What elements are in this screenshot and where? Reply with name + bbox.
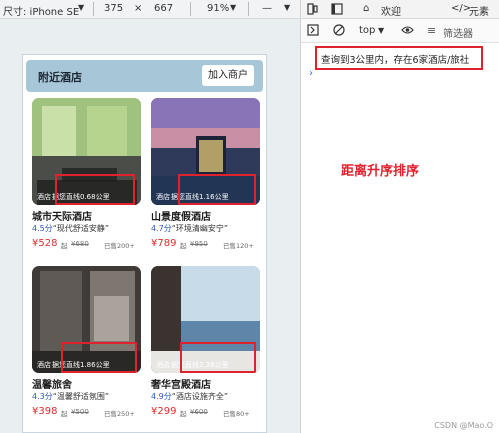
hotel-name: 温馨旅舍 — [32, 380, 72, 391]
device-size-select[interactable]: 尺寸: iPhone SE — [3, 3, 79, 18]
hotel-photo: 酒店 据您直线0.68公里 — [32, 98, 141, 205]
eye-icon[interactable] — [401, 24, 414, 39]
page-header: 附近酒店 加入商户 — [26, 60, 263, 92]
device-toolbar: 尺寸: iPhone SE ▼ 375 × 667 91% ▼ — ▼ — [0, 0, 300, 19]
viewport-width-field[interactable]: 375 — [104, 3, 123, 14]
sidebar-toggle-icon[interactable] — [307, 24, 319, 39]
hotel-card[interactable]: 酒店 据您直线2.38公里 奢华宫殿酒店 4.9分“酒店设施齐全” ¥299 起… — [151, 266, 260, 426]
hotel-photo: 酒店 据您直线1.16公里 — [151, 98, 260, 205]
price-unit: 起 — [180, 410, 187, 418]
hotel-name: 山景度假酒店 — [151, 212, 211, 223]
console-log-message: 查询到3公里内，存在6家酒店/旅社 — [315, 46, 483, 70]
watermark: CSDN @Mao.O — [434, 421, 493, 430]
hotel-tag: 酒店 — [156, 193, 170, 201]
home-icon[interactable]: ⌂ — [363, 3, 369, 14]
sold-count: 已售200+ — [104, 242, 135, 250]
zoom-dropdown-icon[interactable]: ▼ — [230, 3, 236, 12]
devtools-tabbar: ⌂ 欢迎 </> 元素 — [300, 0, 499, 19]
add-merchant-button[interactable]: 加入商户 — [202, 65, 254, 86]
hotel-rating: 4.3分“温馨舒适氛围” — [32, 391, 109, 402]
original-price: ¥600 — [190, 408, 208, 416]
filter-icon: ≡ — [427, 24, 437, 37]
hotel-card[interactable]: 酒店 据您直线1.16公里 山景度假酒店 4.7分“环境清幽安宁” ¥789 起… — [151, 98, 260, 258]
hotel-card[interactable]: 酒店 据您直线1.86公里 温馨旅舍 4.3分“温馨舒适氛围” ¥398 起 ¥… — [32, 266, 141, 426]
distance-highlight-box — [180, 342, 256, 373]
hotel-card[interactable]: 酒店 据您直线0.68公里 城市天际酒店 4.5分“现代舒适安静” ¥528 起… — [32, 98, 141, 258]
hotel-tag: 酒店 — [37, 193, 51, 201]
hotel-price: ¥398 — [32, 406, 58, 417]
page-title: 附近酒店 — [38, 71, 82, 84]
tab-welcome[interactable]: 欢迎 — [381, 3, 401, 18]
rating-value: 4.5分 — [32, 224, 53, 233]
console-prompt-icon[interactable]: › — [309, 68, 313, 79]
original-price: ¥950 — [190, 240, 208, 248]
hotel-rating: 4.5分“现代舒适安静” — [32, 223, 109, 234]
throttle-icon[interactable]: — — [262, 3, 272, 14]
hotel-slogan: “温馨舒适氛围” — [52, 392, 110, 401]
original-price: ¥500 — [71, 408, 89, 416]
console-panel: 查询到3公里内，存在6家酒店/旅社 › 距离升序排序 CSDN @Mao.O — [300, 43, 499, 433]
rating-value: 4.7分 — [151, 224, 172, 233]
hotel-tag: 酒店 — [37, 361, 51, 369]
console-toolbar: top ▼ ≡ 筛选器 — [300, 19, 499, 43]
price-unit: 起 — [180, 242, 187, 250]
phone-screen: 附近酒店 加入商户 酒店 据您直线0.68公里 城市天际酒店 4.5分“现代舒适… — [22, 54, 267, 433]
screen: 尺寸: iPhone SE ▼ 375 × 667 91% ▼ — ▼ ⌂ 欢迎… — [0, 0, 499, 433]
hotel-slogan: “酒店设施齐全” — [171, 392, 229, 401]
hotel-price: ¥789 — [151, 238, 177, 249]
hotel-photo: 酒店 据您直线1.86公里 — [32, 266, 141, 373]
sold-count: 已售80+ — [223, 410, 250, 418]
dock-icon[interactable] — [331, 3, 343, 18]
hotel-price: ¥528 — [32, 238, 58, 249]
context-dropdown-icon[interactable]: ▼ — [378, 26, 384, 35]
filter-input[interactable]: 筛选器 — [443, 25, 473, 40]
viewport-height-field[interactable]: 667 — [154, 3, 173, 14]
hotel-slogan: “环境清幽安宁” — [171, 224, 229, 233]
device-toggle-icon[interactable] — [307, 3, 318, 18]
hotel-tag: 酒店 — [156, 361, 170, 369]
price-unit: 起 — [61, 242, 68, 250]
price-unit: 起 — [61, 410, 68, 418]
hotel-rating: 4.7分“环境清幽安宁” — [151, 223, 228, 234]
rating-value: 4.9分 — [151, 392, 172, 401]
zoom-select[interactable]: 91% — [207, 3, 229, 14]
distance-highlight-box — [178, 174, 256, 205]
hotel-price: ¥299 — [151, 406, 177, 417]
clear-console-icon[interactable] — [333, 24, 345, 39]
sort-annotation: 距离升序排序 — [341, 164, 420, 179]
distance-highlight-box — [55, 174, 135, 205]
hotel-name: 奢华宫殿酒店 — [151, 380, 211, 391]
context-select[interactable]: top — [359, 25, 375, 36]
device-dropdown-icon[interactable]: ▼ — [78, 3, 84, 12]
throttle-dropdown-icon[interactable]: ▼ — [284, 3, 290, 12]
original-price: ¥680 — [71, 240, 89, 248]
sold-count: 已售250+ — [104, 410, 135, 418]
emulated-viewport: 附近酒店 加入商户 酒店 据您直线0.68公里 城市天际酒店 4.5分“现代舒适… — [0, 19, 300, 433]
hotel-name: 城市天际酒店 — [32, 212, 92, 223]
sold-count: 已售120+ — [223, 242, 254, 250]
hotel-slogan: “现代舒适安静” — [52, 224, 110, 233]
rating-value: 4.3分 — [32, 392, 53, 401]
hotel-rating: 4.9分“酒店设施齐全” — [151, 391, 228, 402]
times-icon: × — [134, 3, 143, 14]
tab-elements[interactable]: 元素 — [469, 3, 489, 18]
hotel-photo: 酒店 据您直线2.38公里 — [151, 266, 260, 373]
distance-highlight-box — [61, 342, 137, 373]
